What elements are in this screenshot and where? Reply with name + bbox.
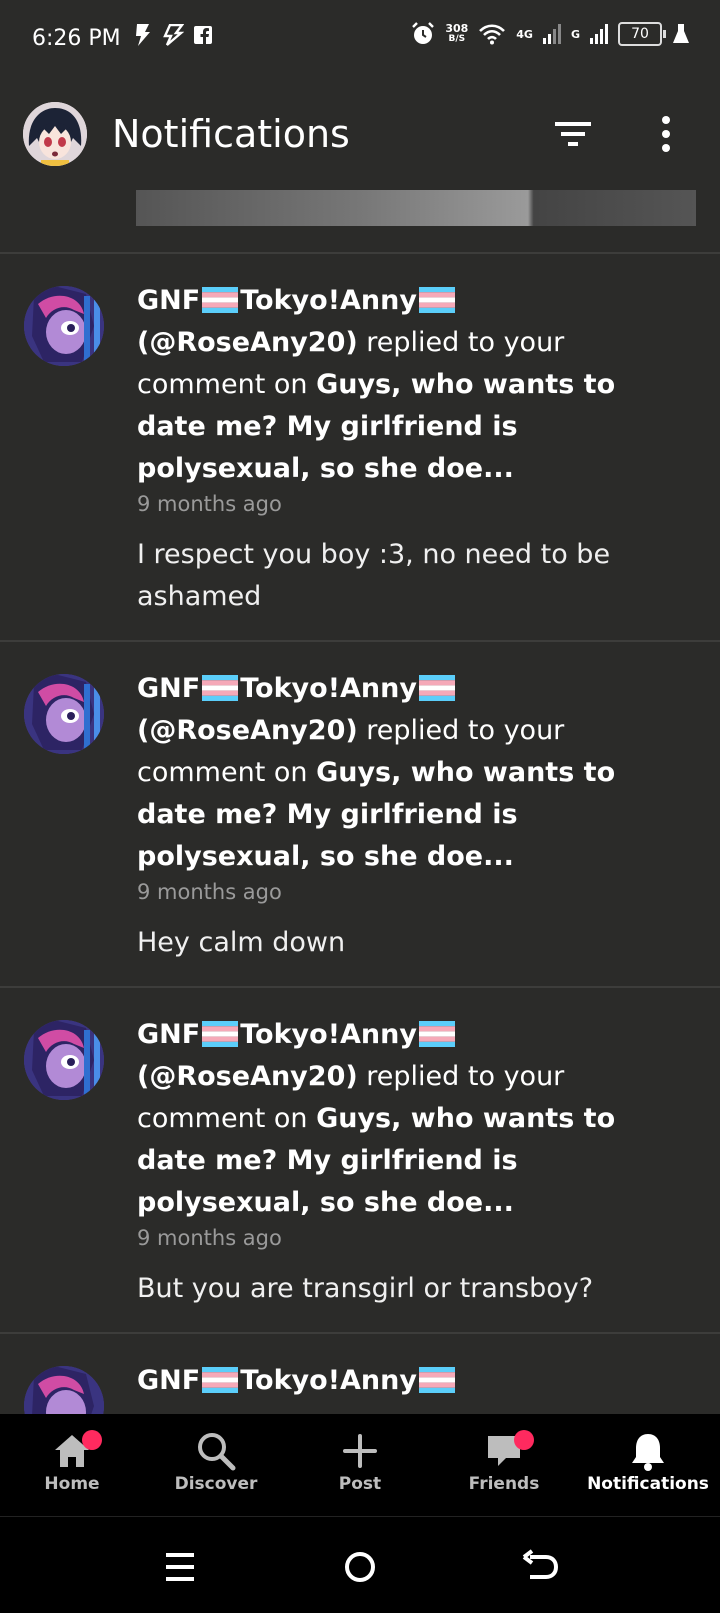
- plus-icon: [343, 1434, 377, 1468]
- signal-icon-2: [590, 24, 608, 44]
- nav-post-label: Post: [338, 1474, 382, 1494]
- notification-body: GNF Tokyo!Anny: [137, 1360, 650, 1402]
- nav-friends-label: Friends: [468, 1474, 540, 1494]
- pony-avatar-icon: [24, 286, 104, 366]
- profile-avatar[interactable]: [23, 102, 87, 166]
- previous-notification-card[interactable]: [0, 190, 720, 254]
- network-g-label: G: [570, 27, 580, 41]
- username-suffix[interactable]: Tokyo!Anny: [240, 1019, 417, 1050]
- notification-headline: GNF Tokyo!Anny (@RoseAny20) replied to yo…: [137, 280, 650, 490]
- pony-avatar-icon: [24, 1020, 104, 1100]
- trans-flag-icon: [202, 1367, 239, 1393]
- notification-body: GNF Tokyo!Anny (@RoseAny20) replied to yo…: [137, 280, 650, 618]
- search-icon: [198, 1433, 236, 1471]
- home-badge: [82, 1430, 102, 1450]
- status-right-icons: 308 B/S 4G G 70: [411, 22, 690, 46]
- status-time: 6:26 PM: [32, 26, 121, 51]
- bottom-navigation: Home Discover Post Friends Notifications: [0, 1414, 720, 1516]
- discover-icon-wrap: [144, 1428, 288, 1474]
- home-icon-wrap: [0, 1428, 144, 1474]
- status-bar: 6:26 PM 308 B/S 4G G 70: [0, 0, 720, 80]
- user-avatar[interactable]: [24, 286, 104, 366]
- notification-item[interactable]: GNF Tokyo!Anny (@RoseAny20) replied to yo…: [0, 642, 720, 988]
- user-handle[interactable]: (@RoseAny20): [137, 715, 358, 746]
- user-handle[interactable]: (@RoseAny20): [137, 327, 358, 358]
- user-handle[interactable]: (@RoseAny20): [137, 1061, 358, 1092]
- nav-friends[interactable]: Friends: [432, 1428, 576, 1494]
- signal-icon-1: [542, 24, 561, 44]
- notification-list[interactable]: GNF Tokyo!Anny (@RoseAny20) replied to yo…: [0, 254, 720, 1414]
- username[interactable]: GNF: [137, 673, 200, 704]
- username[interactable]: GNF: [137, 1365, 200, 1396]
- user-avatar[interactable]: [24, 674, 104, 754]
- nav-discover-label: Discover: [174, 1474, 258, 1494]
- nav-post[interactable]: Post: [288, 1428, 432, 1494]
- nav-discover[interactable]: Discover: [144, 1428, 288, 1494]
- facebook-icon: [194, 26, 212, 44]
- notification-time: 9 months ago: [137, 880, 282, 904]
- notification-headline: GNF Tokyo!Anny (@RoseAny20) replied to yo…: [137, 668, 650, 878]
- friends-icon-wrap: [432, 1428, 576, 1474]
- nav-home-label: Home: [44, 1474, 100, 1494]
- flask-icon: [673, 24, 689, 43]
- user-avatar[interactable]: [24, 1020, 104, 1100]
- app-bar: Notifications: [0, 80, 720, 190]
- notification-body: GNF Tokyo!Anny (@RoseAny20) replied to yo…: [137, 1014, 650, 1310]
- notification-item[interactable]: GNF Tokyo!Anny (@RoseAny20) replied to yo…: [0, 254, 720, 642]
- wifi-icon: [479, 24, 506, 45]
- anime-avatar-icon: [23, 102, 87, 166]
- notification-body: GNF Tokyo!Anny (@RoseAny20) replied to yo…: [137, 668, 650, 964]
- notification-headline: GNF Tokyo!Anny: [137, 1360, 650, 1402]
- menu-icon[interactable]: [160, 1547, 200, 1587]
- pony-avatar-icon: [24, 674, 104, 754]
- notification-item[interactable]: GNF Tokyo!Anny: [0, 1334, 720, 1414]
- battery-indicator: 70: [618, 22, 666, 46]
- trans-flag-icon: [202, 287, 239, 313]
- pony-avatar-icon: [24, 1366, 104, 1414]
- post-icon-wrap: [288, 1428, 432, 1474]
- more-vert-icon[interactable]: [654, 114, 678, 154]
- net-speed-unit: B/S: [448, 34, 466, 44]
- bell-icon: [632, 1434, 664, 1471]
- page-title: Notifications: [112, 112, 350, 156]
- username[interactable]: GNF: [137, 1019, 200, 1050]
- trans-flag-icon: [202, 1021, 239, 1047]
- trans-flag-icon: [418, 287, 455, 313]
- net-speed-value: 308: [445, 22, 469, 35]
- network-speed: 308 B/S: [445, 23, 468, 45]
- post-thumbnail: [136, 190, 696, 226]
- notifications-icon-wrap: [576, 1428, 720, 1474]
- notification-headline: GNF Tokyo!Anny (@RoseAny20) replied to yo…: [137, 1014, 650, 1224]
- username-suffix[interactable]: Tokyo!Anny: [240, 1365, 417, 1396]
- notification-time: 9 months ago: [137, 1226, 282, 1250]
- nav-home[interactable]: Home: [0, 1428, 144, 1494]
- reply-message: But you are transgirl or transboy?: [137, 1273, 594, 1304]
- status-left-icons: [134, 24, 212, 46]
- back-icon[interactable]: [520, 1547, 560, 1587]
- trans-flag-icon: [418, 675, 455, 701]
- trans-flag-icon: [202, 675, 239, 701]
- friends-badge: [514, 1430, 534, 1450]
- username-suffix[interactable]: Tokyo!Anny: [240, 673, 417, 704]
- user-avatar[interactable]: [24, 1366, 104, 1414]
- nav-notifications-label: Notifications: [587, 1474, 709, 1494]
- system-navigation-bar: [0, 1516, 720, 1613]
- flash-icon: [136, 24, 150, 46]
- notification-time: 9 months ago: [137, 492, 282, 516]
- network-4g-label: 4G: [516, 27, 533, 41]
- notification-item[interactable]: GNF Tokyo!Anny (@RoseAny20) replied to yo…: [0, 988, 720, 1334]
- username[interactable]: GNF: [137, 285, 200, 316]
- trans-flag-icon: [418, 1367, 455, 1393]
- reply-message: I respect you boy :3, no need to be asha…: [137, 539, 611, 612]
- bolt-icon: [163, 24, 184, 46]
- trans-flag-icon: [418, 1021, 455, 1047]
- nav-notifications[interactable]: Notifications: [576, 1428, 720, 1494]
- reply-message: Hey calm down: [137, 927, 346, 958]
- username-suffix[interactable]: Tokyo!Anny: [240, 285, 417, 316]
- filter-icon[interactable]: [553, 116, 597, 152]
- alarm-icon: [412, 22, 435, 44]
- home-circle-icon[interactable]: [340, 1547, 380, 1587]
